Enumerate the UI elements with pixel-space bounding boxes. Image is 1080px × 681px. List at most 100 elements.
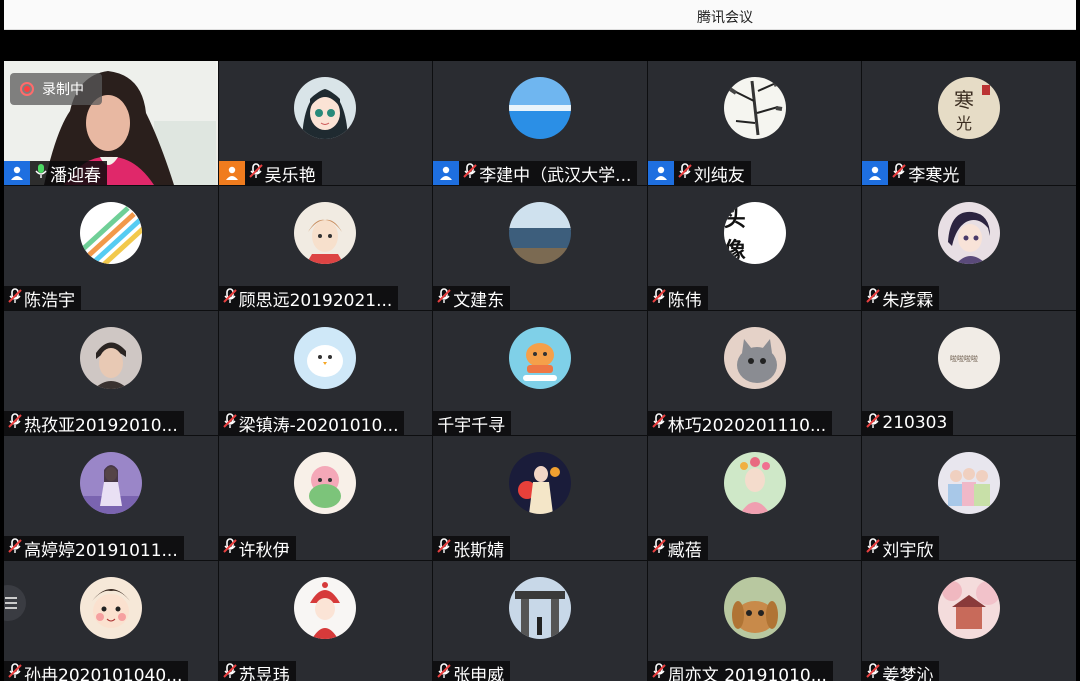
mic-muted-icon <box>4 412 24 435</box>
avatar <box>938 577 1001 639</box>
mic-muted-icon <box>862 537 882 560</box>
mic-muted-icon <box>245 162 265 185</box>
mic-muted-icon <box>433 287 453 310</box>
svg-text:啦啦啦啦: 啦啦啦啦 <box>950 354 978 363</box>
participant-tile[interactable]: 臧蓓 <box>647 436 862 561</box>
avatar <box>294 452 357 514</box>
participant-tile[interactable]: 梁镇涛-20201010... <box>218 311 433 435</box>
participant-tile[interactable]: 录制中潘迎春 <box>4 61 218 185</box>
participant-tile[interactable]: 张申威 <box>433 561 647 681</box>
participant-name: 张申威 <box>453 665 505 681</box>
name-bar: 李寒光 <box>862 161 966 185</box>
title-bar: 腾讯会议 <box>4 0 1076 30</box>
mic-muted-icon <box>862 662 882 681</box>
participant-name: 210303 <box>882 413 948 433</box>
avatar <box>294 577 357 639</box>
mic-muted-icon <box>219 537 239 560</box>
participant-name: 臧蓓 <box>667 540 702 561</box>
mic-muted-icon <box>862 287 882 310</box>
participant-name: 姜梦沁 <box>882 665 934 681</box>
avatar <box>79 202 142 264</box>
avatar <box>938 452 1001 514</box>
mic-muted-icon <box>888 162 908 185</box>
avatar <box>508 452 571 514</box>
participant-name: 千宇千寻 <box>437 415 506 436</box>
participant-name: 孙冉2020101040... <box>24 665 183 681</box>
participant-tile[interactable]: 千宇千寻 <box>433 311 647 435</box>
participant-tile[interactable]: 文建东 <box>433 186 647 310</box>
participant-tile[interactable]: 高婷婷20191011... <box>4 436 218 560</box>
recording-badge[interactable]: 录制中 <box>10 73 102 105</box>
avatar: 寒光 <box>938 77 1001 139</box>
mic-muted-icon <box>648 412 668 435</box>
name-bar: 文建东 <box>433 286 511 310</box>
participant-grid: 录制中 潘迎春 吴乐艳 李建中（武汉大学... 刘纯友寒光李寒光 陈浩宇 顾思远201920… <box>4 61 1076 681</box>
participant-tile[interactable]: 寒光李寒光 <box>862 61 1076 185</box>
name-bar: 顾思远20192021... <box>218 286 399 310</box>
participant-name: 高婷婷20191011... <box>24 540 178 561</box>
name-bar: 朱彦霖 <box>862 286 940 310</box>
participant-tile[interactable]: 姜梦沁 <box>862 561 1076 681</box>
participant-name: 苏昱玮 <box>238 665 290 681</box>
participant-tile[interactable]: 张斯婧 <box>433 436 647 560</box>
name-bar: 林巧2020201110... <box>647 411 833 435</box>
name-bar: 吴乐艳 <box>218 161 322 185</box>
participant-name: 潘迎春 <box>50 165 101 186</box>
participant-name: 陈伟 <box>667 290 702 311</box>
svg-text:寒: 寒 <box>954 88 974 112</box>
avatar <box>723 577 786 639</box>
avatar <box>723 327 786 389</box>
avatar <box>723 77 786 139</box>
avatar <box>508 327 571 389</box>
participant-tile[interactable]: 孙冉2020101040... <box>4 561 218 681</box>
mic-muted-icon <box>648 537 668 560</box>
mic-muted-icon <box>433 537 453 560</box>
name-bar: 姜梦沁 <box>862 661 940 681</box>
mic-muted-icon <box>219 662 239 681</box>
participant-tile[interactable]: 李建中（武汉大学... <box>433 61 647 185</box>
avatar <box>938 202 1001 264</box>
name-bar: 千宇千寻 <box>433 411 512 436</box>
name-bar: 张申威 <box>433 661 511 681</box>
host-person-icon <box>647 161 674 185</box>
participant-tile[interactable]: 林巧2020201110... <box>647 311 862 435</box>
participant-name: 李建中（武汉大学... <box>479 165 632 186</box>
name-bar: 210303 <box>862 411 954 435</box>
participant-name: 张斯婧 <box>453 540 505 561</box>
mic-muted-icon <box>433 662 453 681</box>
mic-muted-icon <box>862 412 882 435</box>
participant-tile[interactable]: 顾思远20192021... <box>218 186 433 310</box>
avatar <box>294 77 357 139</box>
participant-name: 刘纯友 <box>693 165 745 186</box>
name-bar: 高婷婷20191011... <box>4 536 184 560</box>
participant-tile[interactable]: 苏昱玮 <box>218 561 433 681</box>
menu-list-button[interactable] <box>4 585 26 621</box>
participant-tile[interactable]: 许秋伊 <box>218 436 433 560</box>
participant-name: 陈浩宇 <box>24 290 75 311</box>
name-bar: 许秋伊 <box>218 536 296 560</box>
name-bar: 李建中（武汉大学... <box>433 161 638 186</box>
participant-tile[interactable]: 啦啦啦啦 210303 <box>862 311 1076 435</box>
avatar <box>79 327 142 389</box>
name-bar: 刘宇欣 <box>862 536 940 560</box>
participant-tile[interactable]: 头 像陈伟 <box>647 186 862 311</box>
window-title: 腾讯会议 <box>697 10 753 26</box>
list-icon <box>5 597 17 609</box>
participant-tile[interactable]: 朱彦霖 <box>862 186 1076 310</box>
participant-tile[interactable]: 刘宇欣 <box>862 436 1076 560</box>
participant-tile[interactable]: 周亦文 20191010... <box>647 561 862 681</box>
name-bar: 苏昱玮 <box>218 661 296 681</box>
avatar <box>294 202 357 264</box>
name-bar: 刘纯友 <box>647 161 751 186</box>
mic-muted-icon <box>219 287 239 310</box>
participant-tile[interactable]: 刘纯友 <box>647 61 862 186</box>
participant-tile[interactable]: 吴乐艳 <box>218 61 433 185</box>
name-bar: 张斯婧 <box>433 536 511 561</box>
name-bar: 梁镇涛-20201010... <box>218 411 405 435</box>
participant-tile[interactable]: 热孜亚20192010... <box>4 311 218 435</box>
mic-muted-icon <box>219 412 239 435</box>
participant-tile[interactable]: 陈浩宇 <box>4 186 218 310</box>
mic-muted-icon <box>4 287 24 310</box>
avatar <box>79 577 142 639</box>
mic-muted-icon <box>648 662 668 681</box>
